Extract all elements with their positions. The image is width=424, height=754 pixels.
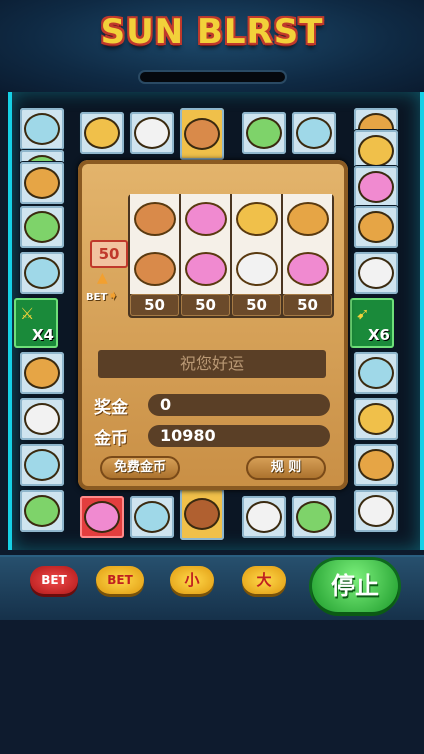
tile-wolf: [20, 206, 64, 248]
owl-icon: [296, 117, 332, 149]
multiplier-right-label: X6: [367, 326, 390, 344]
reel-bet-4[interactable]: 50: [283, 294, 332, 316]
tile-monkey: [20, 162, 64, 204]
bet-value: 50: [90, 240, 128, 268]
tile-elephant: [354, 166, 398, 208]
tile-monkey: [354, 444, 398, 486]
wolf-icon: [24, 211, 60, 243]
wolf-icon: [296, 501, 332, 533]
tile-ram: [130, 112, 174, 154]
hero-icon: [133, 252, 176, 286]
reel-1: [130, 194, 179, 294]
tile-wolf: [292, 496, 336, 538]
tile-wolf: [20, 490, 64, 532]
owl-icon: [24, 257, 60, 289]
hero-icon: [133, 202, 176, 236]
tile-monkey: [20, 352, 64, 394]
elephant-icon: [84, 501, 120, 533]
ram-icon: [358, 257, 394, 289]
tile-monkey: [354, 206, 398, 248]
multiplier-right: ➹ X6: [350, 298, 394, 348]
prize-label: 奖金: [94, 398, 128, 418]
lion-icon: [358, 135, 394, 167]
bet-label: BET: [86, 292, 108, 303]
owl-icon: [358, 357, 394, 389]
tile-ram: [354, 490, 398, 532]
tile-wolf: [242, 112, 286, 154]
game-title: SUN BLRST: [100, 12, 324, 52]
tile-lion: [354, 398, 398, 440]
volcano-icon: [184, 498, 220, 530]
rules-button[interactable]: 规 则: [246, 456, 326, 480]
swords-icon: ⚔: [20, 304, 35, 323]
elephant-icon: [184, 202, 227, 236]
arrow-up-icon: ▲: [97, 270, 108, 286]
tile-owl: [20, 108, 64, 150]
wolf-icon: [24, 495, 60, 527]
ram-icon: [246, 501, 282, 533]
bet-indicator: BET➧: [86, 288, 119, 304]
big-button[interactable]: 大: [242, 566, 286, 594]
elephant-icon: [286, 252, 329, 286]
multiplier-left: ⚔ X4: [14, 298, 58, 348]
tile-owl: [20, 252, 64, 294]
cabinet-base: [0, 620, 424, 754]
coin-slot: [140, 72, 285, 82]
lion-icon: [235, 202, 278, 236]
tile-volcano: [180, 488, 224, 540]
tile-lion: [80, 112, 124, 154]
tile-ram: [354, 252, 398, 294]
reels-panel: 50 50 50 50: [128, 194, 334, 318]
tile-ram: [242, 496, 286, 538]
owl-icon: [24, 449, 60, 481]
reel-bet-1[interactable]: 50: [130, 294, 179, 316]
reel-bet-2[interactable]: 50: [181, 294, 230, 316]
tile-owl: [292, 112, 336, 154]
lion-icon: [84, 117, 120, 149]
bet-red-button[interactable]: BET: [30, 566, 78, 594]
tile-elephant-highlighted: [80, 496, 124, 538]
tile-owl: [354, 352, 398, 394]
lion-icon: [358, 403, 394, 435]
monkey-icon: [24, 357, 60, 389]
monkey-icon: [286, 202, 329, 236]
elephant-icon: [184, 252, 227, 286]
ram-icon: [358, 495, 394, 527]
reel-2: [181, 194, 230, 294]
bet-yellow-button[interactable]: BET: [96, 566, 144, 594]
reel-3: [232, 194, 281, 294]
owl-icon: [24, 113, 60, 145]
tile-owl: [20, 444, 64, 486]
free-coins-button[interactable]: 免费金币: [100, 456, 180, 480]
ram-icon: [24, 403, 60, 435]
monkey-icon: [358, 211, 394, 243]
monkey-icon: [24, 167, 60, 199]
tile-ram: [20, 398, 64, 440]
tile-hero: [180, 108, 224, 160]
reel-4: [283, 194, 332, 294]
arrow-right-icon: ➧: [107, 288, 120, 304]
elephant-icon: [358, 171, 394, 203]
coins-label: 金币: [94, 429, 128, 449]
owl-icon: [134, 501, 170, 533]
small-button[interactable]: 小: [170, 566, 214, 594]
reel-bet-3[interactable]: 50: [232, 294, 281, 316]
ram-icon: [134, 117, 170, 149]
wolf-icon: [246, 117, 282, 149]
monkey-icon: [358, 449, 394, 481]
message-banner: 祝您好运: [98, 350, 326, 378]
tile-owl: [130, 496, 174, 538]
prize-value: 0: [148, 394, 330, 416]
hero-icon: [184, 118, 220, 150]
stop-button[interactable]: 停止: [312, 560, 398, 612]
ram-icon: [235, 252, 278, 286]
multiplier-left-label: X4: [31, 326, 54, 344]
coins-value: 10980: [148, 425, 330, 447]
bow-icon: ➹: [356, 304, 370, 323]
